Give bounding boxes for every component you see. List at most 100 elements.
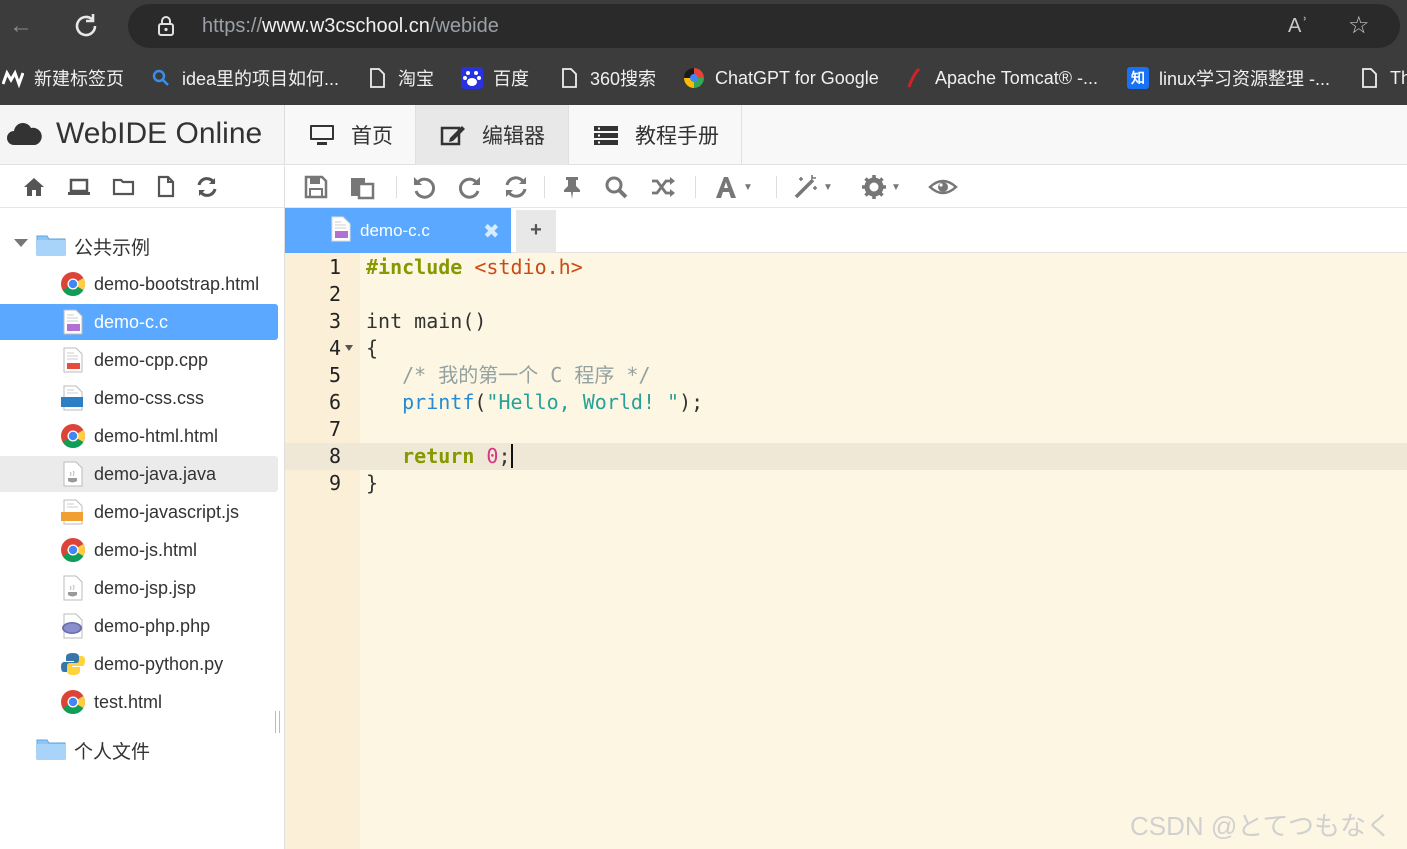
url-field[interactable]: https://www.w3cschool.cn/webide Aʾ ☆ <box>128 4 1400 48</box>
java-file-icon <box>63 461 83 487</box>
bookmark-new-tab[interactable]: 新建标签页 <box>2 64 124 92</box>
folder-label: 个人文件 <box>74 742 151 763</box>
eye-icon[interactable] <box>928 174 958 200</box>
file-label: demo-javascript.js <box>94 502 240 522</box>
list-icon <box>594 126 618 145</box>
tree-file[interactable]: demo-php.php <box>0 608 278 644</box>
python-file-icon <box>61 653 85 675</box>
tree-file-selected[interactable]: demo-c.c <box>0 304 278 340</box>
baidu-icon <box>461 67 483 89</box>
read-aloud-icon[interactable]: Aʾ <box>1288 12 1318 40</box>
bookmark-linux[interactable]: 知 linux学习资源整理 -... <box>1127 64 1330 92</box>
refresh-icon[interactable] <box>195 175 219 199</box>
settings-dropdown[interactable]: ▼ <box>861 174 909 200</box>
new-file-icon[interactable] <box>154 175 178 199</box>
code-line-active: return 0; <box>366 443 513 470</box>
js-file-icon <box>61 499 83 525</box>
home-icon[interactable] <box>22 175 46 199</box>
toolbar-separator <box>776 176 777 198</box>
chevron-down-icon[interactable] <box>14 239 28 247</box>
code-area[interactable] <box>360 253 1407 849</box>
shuffle-icon[interactable] <box>650 174 676 200</box>
paren-token: ( <box>474 390 487 414</box>
toolbar-separator <box>544 176 545 198</box>
app-brand: WebIDE Online <box>0 105 285 165</box>
favorite-star-icon[interactable]: ☆ <box>1348 12 1378 40</box>
code-line-comment: /* 我的第一个 C 程序 */ <box>366 363 651 387</box>
bookmark-label: idea里的项目如何... <box>182 69 340 89</box>
bookmark-label: linux学习资源整理 -... <box>1159 69 1331 89</box>
resize-grip[interactable] <box>275 711 280 733</box>
browser-address-bar: ← https://www.w3cschool.cn/webide Aʾ ☆ <box>0 0 1407 52</box>
include-token: <stdio.h> <box>462 255 583 279</box>
tree-file[interactable]: demo-javascript.js <box>0 494 278 530</box>
tree-toolbar <box>0 166 285 208</box>
cpp-file-icon <box>63 347 83 373</box>
caret-down-icon: ▼ <box>823 181 833 193</box>
editor-tab-active[interactable]: demo-c.c ✖ <box>285 208 511 253</box>
tree-file[interactable]: demo-css.css <box>0 380 278 416</box>
cloud-icon <box>7 123 42 145</box>
bookmark-taobao[interactable]: 淘宝 <box>366 64 434 92</box>
undo-icon[interactable] <box>411 174 437 200</box>
line-number: 3 <box>328 309 341 333</box>
bookmark-th[interactable]: Th <box>1358 64 1407 92</box>
bookmark-label: 淘宝 <box>398 69 434 89</box>
tab-home[interactable]: 首页 <box>285 105 416 165</box>
editor-toolbar: ▼ ▼ ▼ <box>285 166 1407 208</box>
add-tab-button[interactable]: + <box>516 210 556 253</box>
reload-file-icon[interactable] <box>503 174 529 200</box>
zhihu-icon: 知 <box>1127 67 1149 89</box>
line-number: 5 <box>328 363 341 387</box>
tree-file[interactable]: demo-cpp.cpp <box>0 342 278 378</box>
magic-wand-dropdown[interactable]: ▼ <box>793 174 843 200</box>
tab-editor[interactable]: 编辑器 <box>416 105 569 165</box>
fold-arrow-icon[interactable] <box>345 345 353 351</box>
tree-file[interactable]: demo-bootstrap.html <box>0 266 278 302</box>
line-number: 7 <box>328 417 341 441</box>
tab-tutorial[interactable]: 教程手册 <box>569 105 742 165</box>
tree-file[interactable]: demo-js.html <box>0 532 278 568</box>
edit-icon <box>440 126 465 146</box>
file-label: demo-css.css <box>94 388 205 408</box>
bookmark-label: ChatGPT for Google <box>715 67 879 88</box>
page-icon <box>562 68 577 88</box>
watermark: CSDN @とてつもなく <box>1130 811 1392 841</box>
bookmark-label: 新建标签页 <box>34 69 124 89</box>
search-icon[interactable] <box>603 174 629 200</box>
bookmark-label: Apache Tomcat® -... <box>935 67 1099 88</box>
caret-down-icon: ▼ <box>743 181 753 193</box>
bookmark-label: 百度 <box>493 69 529 89</box>
close-icon[interactable]: ✖ <box>483 219 500 244</box>
file-label: demo-js.html <box>94 540 198 560</box>
tree-file[interactable]: demo-html.html <box>0 418 278 454</box>
font-size-dropdown[interactable]: ▼ <box>713 174 761 200</box>
c-file-icon <box>331 216 351 242</box>
tomcat-feather-icon <box>907 67 921 88</box>
page-icon <box>370 68 385 88</box>
save-icon[interactable] <box>303 174 329 200</box>
tree-file-hovered[interactable]: demo-java.java <box>0 456 278 492</box>
paste-icon[interactable] <box>349 174 375 200</box>
tree-file[interactable]: demo-python.py <box>0 646 278 682</box>
string-token: "Hello, World! " <box>486 390 680 414</box>
tree-file[interactable]: test.html <box>0 684 278 720</box>
file-label: demo-cpp.cpp <box>94 350 209 370</box>
bookmark-360[interactable]: 360搜索 <box>558 64 656 92</box>
keyword-token: return <box>366 444 475 468</box>
bookmark-tomcat[interactable]: Apache Tomcat® -... <box>903 64 1098 92</box>
laptop-icon[interactable] <box>67 175 91 199</box>
pin-icon[interactable] <box>559 174 585 200</box>
bookmark-baidu[interactable]: 百度 <box>461 64 529 92</box>
folder-open-icon[interactable] <box>112 175 136 199</box>
number-token: 0 <box>486 444 499 468</box>
reload-icon[interactable] <box>70 10 102 42</box>
back-arrow-icon[interactable]: ← <box>6 12 36 40</box>
redo-icon[interactable] <box>457 174 483 200</box>
bookmark-idea[interactable]: idea里的项目如何... <box>150 64 339 92</box>
url-text: https://www.w3cschool.cn/webide <box>202 15 499 38</box>
tree-file[interactable]: demo-jsp.jsp <box>0 570 278 606</box>
caret-down-icon: ▼ <box>891 181 901 193</box>
code-line: int main() <box>366 309 487 333</box>
bookmark-chatgpt[interactable]: ChatGPT for Google <box>683 64 879 92</box>
